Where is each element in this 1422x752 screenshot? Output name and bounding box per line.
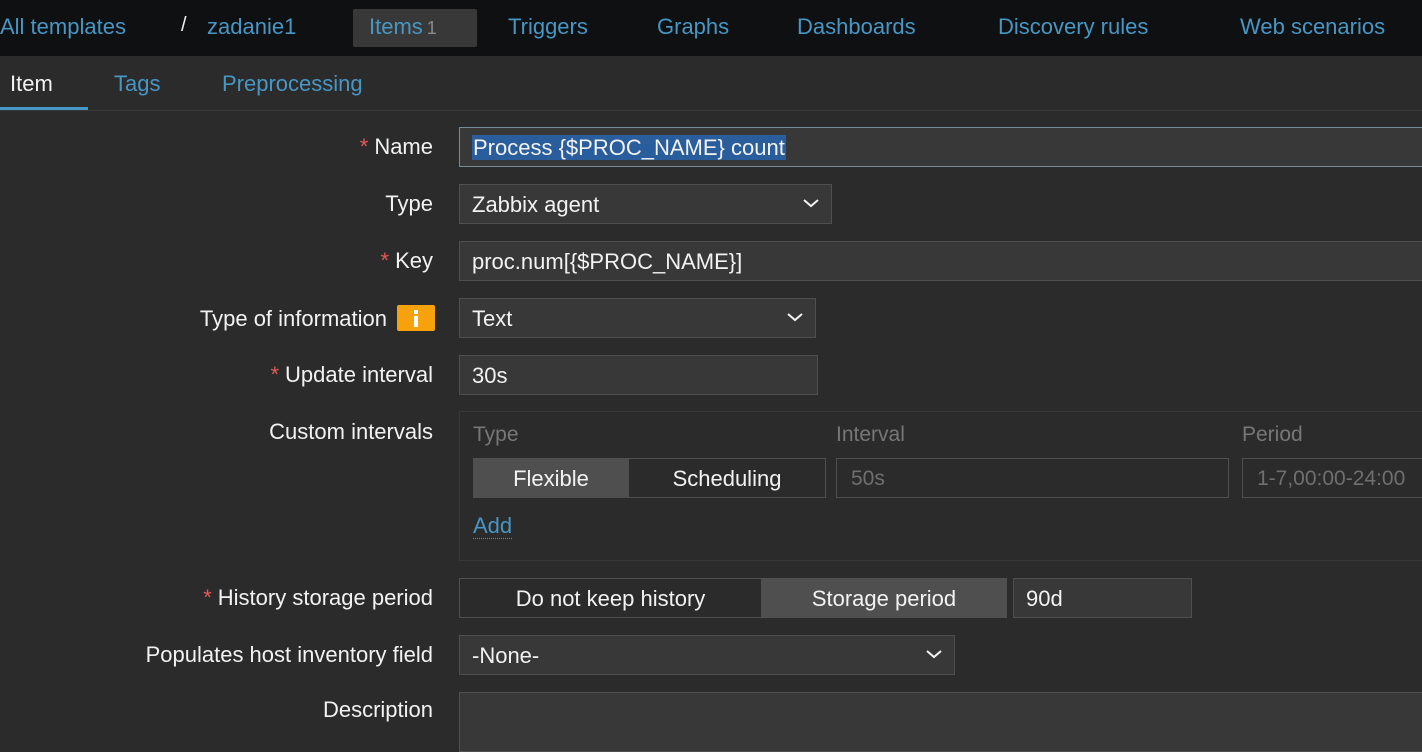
required-marker: * <box>203 585 212 610</box>
nav-discovery-rules[interactable]: Discovery rules <box>998 14 1148 40</box>
interval-input[interactable]: 50s <box>836 458 1229 498</box>
inventory-field-label: Populates host inventory field <box>145 642 433 667</box>
name-input[interactable]: Process {$PROC_NAME} count <box>459 127 1422 167</box>
inventory-field-value: -None- <box>472 643 540 668</box>
chevron-down-icon <box>787 313 803 322</box>
add-interval-link[interactable]: Add <box>473 514 513 539</box>
scheduling-toggle[interactable]: Scheduling <box>628 458 826 498</box>
nav-dashboards[interactable]: Dashboards <box>797 14 916 40</box>
storage-period-toggle[interactable]: Storage period <box>761 578 1007 618</box>
inventory-field-select[interactable]: -None- <box>459 635 955 675</box>
column-type-header: Type <box>473 423 519 446</box>
breadcrumb-separator: / <box>181 14 187 36</box>
type-select-value: Zabbix agent <box>472 192 600 217</box>
custom-intervals-label: Custom intervals <box>269 419 433 444</box>
nav-items[interactable]: Items 1 <box>353 9 477 47</box>
tab-preprocessing[interactable]: Preprocessing <box>222 71 363 97</box>
key-input-value: proc.num[{$PROC_NAME}] <box>472 249 743 274</box>
key-label: * Key <box>380 248 433 273</box>
type-of-information-label: Type of information <box>200 305 435 332</box>
nav-items-count: 1 <box>426 18 437 38</box>
tab-tags[interactable]: Tags <box>114 71 160 97</box>
type-of-information-select[interactable]: Text <box>459 298 816 338</box>
update-interval-input[interactable]: 30s <box>459 355 818 395</box>
top-navigation: All templates / zadanie1 Items 1 Triggers… <box>0 0 1422 56</box>
custom-intervals-table: Type Interval Period Flexible Scheduling… <box>459 411 1422 561</box>
name-label: * Name <box>359 134 433 159</box>
nav-triggers[interactable]: Triggers <box>508 14 588 40</box>
flexible-toggle[interactable]: Flexible <box>473 458 629 498</box>
chevron-down-icon <box>926 650 942 659</box>
history-storage-period-label: * History storage period <box>203 585 433 610</box>
required-marker: * <box>359 134 369 159</box>
chevron-down-icon <box>803 199 819 208</box>
description-textarea[interactable] <box>459 692 1422 752</box>
update-interval-value: 30s <box>472 363 508 388</box>
active-tab-indicator <box>0 107 88 110</box>
nav-items-label: Items <box>369 14 423 39</box>
breadcrumb-template[interactable]: zadanie1 <box>207 14 296 40</box>
do-not-keep-history-toggle[interactable]: Do not keep history <box>459 578 762 618</box>
description-label: Description <box>322 697 433 722</box>
required-marker: * <box>270 362 280 387</box>
nav-web-scenarios[interactable]: Web scenarios <box>1240 14 1385 40</box>
required-marker: * <box>380 248 390 273</box>
tab-item[interactable]: Item <box>10 71 53 97</box>
name-input-value: Process {$PROC_NAME} count <box>472 135 786 160</box>
type-select[interactable]: Zabbix agent <box>459 184 832 224</box>
history-period-value: 90d <box>1026 586 1063 611</box>
update-interval-label: * Update interval <box>270 362 433 387</box>
column-period-header: Period <box>1242 423 1303 446</box>
column-interval-header: Interval <box>836 423 905 446</box>
info-icon[interactable] <box>397 305 435 331</box>
breadcrumb-all-templates[interactable]: All templates <box>0 14 126 40</box>
type-label: Type <box>385 191 433 216</box>
form-tabs: Item Tags Preprocessing <box>0 56 1422 111</box>
period-input[interactable]: 1-7,00:00-24:00 <box>1242 458 1422 498</box>
nav-graphs[interactable]: Graphs <box>657 14 729 40</box>
key-input[interactable]: proc.num[{$PROC_NAME}] <box>459 241 1422 281</box>
history-period-input[interactable]: 90d <box>1013 578 1192 618</box>
type-of-information-value: Text <box>472 306 513 331</box>
